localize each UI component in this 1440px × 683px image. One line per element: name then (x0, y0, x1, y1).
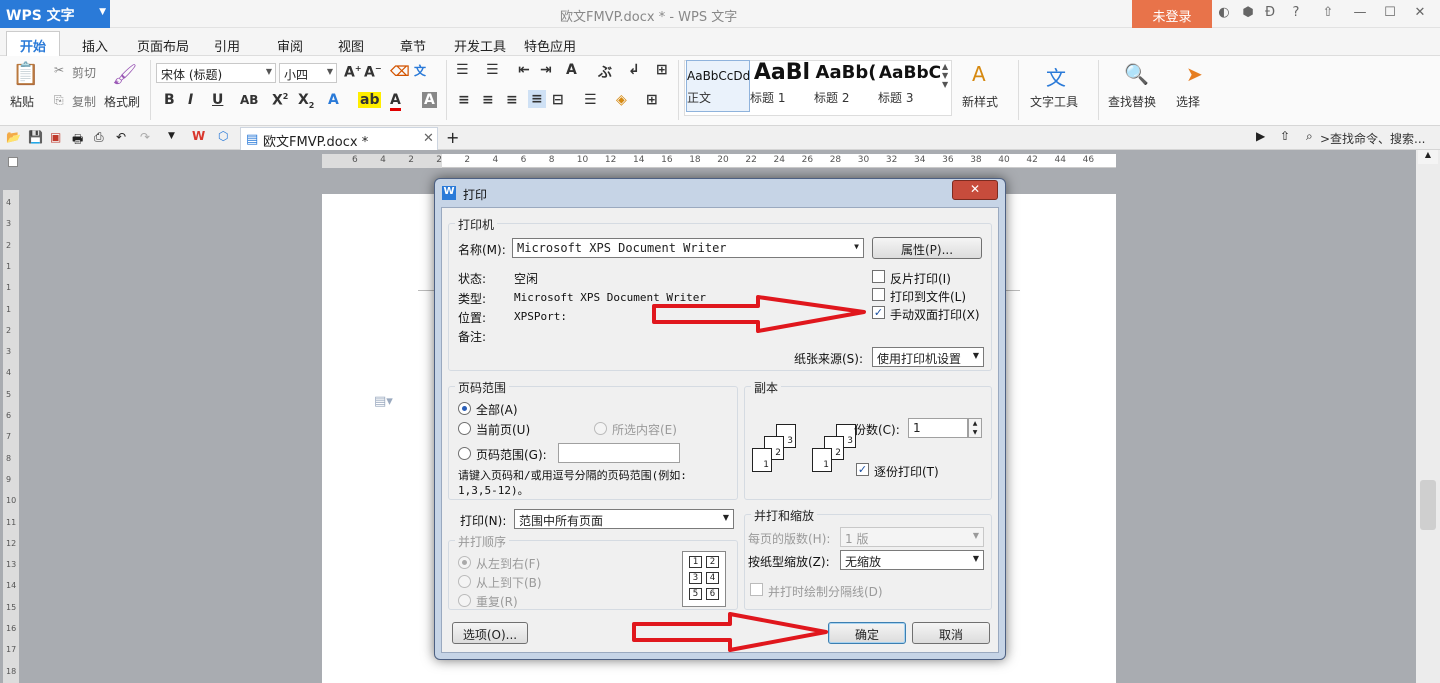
arrow-to-ok-button (632, 612, 828, 652)
arrow-to-manual-duplex (652, 295, 866, 333)
annotation-arrows (632, 295, 866, 652)
